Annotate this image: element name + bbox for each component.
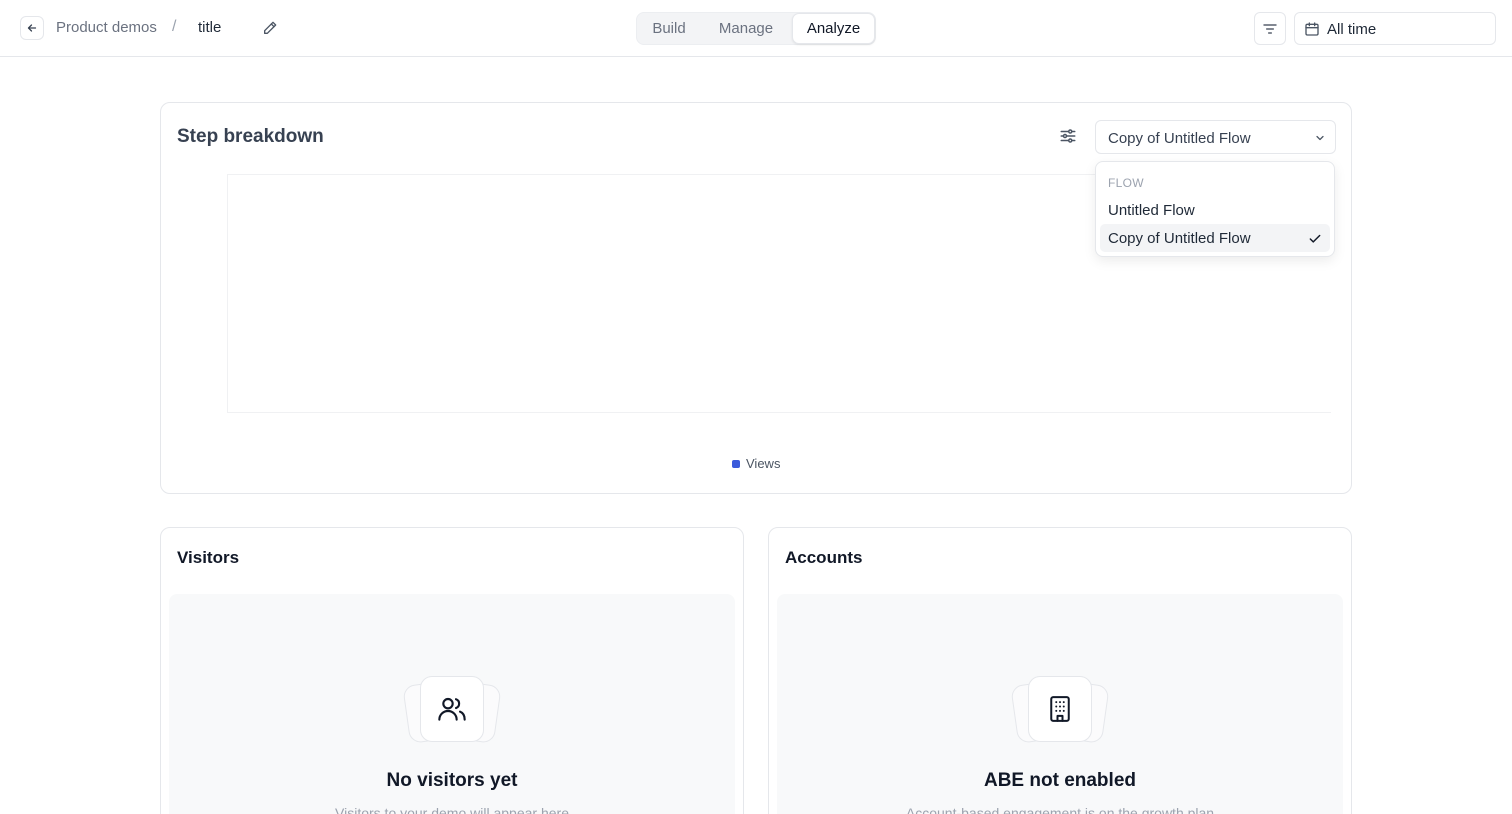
empty-illustration — [402, 676, 502, 746]
tab-manage[interactable]: Manage — [717, 13, 775, 44]
pencil-icon — [264, 21, 277, 34]
empty-illustration — [1010, 676, 1110, 746]
chevron-down-icon — [1316, 135, 1324, 141]
accounts-card: Accounts ABE not enabled Account-based e… — [768, 527, 1352, 814]
calendar-icon — [1305, 22, 1319, 36]
top-bar: Product demos / title Build Manage Analy… — [0, 0, 1512, 57]
chart-settings-button[interactable] — [1059, 127, 1079, 147]
filter-icon — [1263, 23, 1277, 34]
tab-analyze[interactable]: Analyze — [792, 13, 875, 44]
dropdown-option-untitled-flow[interactable]: Untitled Flow — [1100, 196, 1330, 224]
date-range-label: All time — [1327, 21, 1377, 38]
breadcrumb-separator: / — [172, 18, 177, 35]
dropdown-option-copy-of-untitled-flow[interactable]: Copy of Untitled Flow — [1100, 224, 1330, 252]
option-label: Copy of Untitled Flow — [1108, 230, 1251, 247]
sliders-icon — [1060, 129, 1076, 143]
flow-select-value: Copy of Untitled Flow — [1108, 130, 1251, 147]
legend-label: Views — [746, 456, 781, 471]
card-title: Visitors — [177, 548, 240, 567]
empty-title: No visitors yet — [386, 770, 518, 791]
breadcrumb-current: title — [198, 19, 222, 36]
empty-subtitle: Visitors to your demo will appear here — [335, 805, 569, 814]
legend-swatch — [732, 459, 740, 468]
visitors-card: Visitors No visitors yet Visitors to you… — [160, 527, 744, 814]
edit-title-button[interactable] — [261, 19, 279, 37]
card-title: Step breakdown — [177, 126, 324, 147]
empty-state: No visitors yet Visitors to your demo wi… — [169, 594, 735, 814]
date-range-picker[interactable]: All time — [1294, 12, 1496, 45]
chart-legend: Views — [732, 456, 780, 471]
back-button[interactable] — [20, 16, 44, 40]
empty-subtitle: Account-based engagement is on the growt… — [905, 805, 1215, 814]
card-title: Accounts — [785, 548, 863, 567]
check-icon — [1309, 234, 1321, 243]
view-tabs: Build Manage Analyze — [636, 12, 876, 45]
flow-select[interactable]: Copy of Untitled Flow — [1095, 120, 1336, 154]
flow-dropdown-menu: FLOW Untitled Flow Copy of Untitled Flow — [1095, 161, 1335, 257]
filter-button[interactable] — [1254, 12, 1286, 45]
breadcrumb-parent[interactable]: Product demos — [56, 19, 157, 36]
empty-state: ABE not enabled Account-based engagement… — [777, 594, 1343, 814]
dropdown-heading: FLOW — [1108, 176, 1144, 190]
empty-title: ABE not enabled — [983, 770, 1136, 791]
users-icon — [438, 697, 466, 721]
option-label: Untitled Flow — [1108, 202, 1195, 219]
building-icon — [1050, 696, 1070, 722]
arrow-left-icon — [27, 24, 37, 32]
tab-build[interactable]: Build — [649, 13, 689, 44]
